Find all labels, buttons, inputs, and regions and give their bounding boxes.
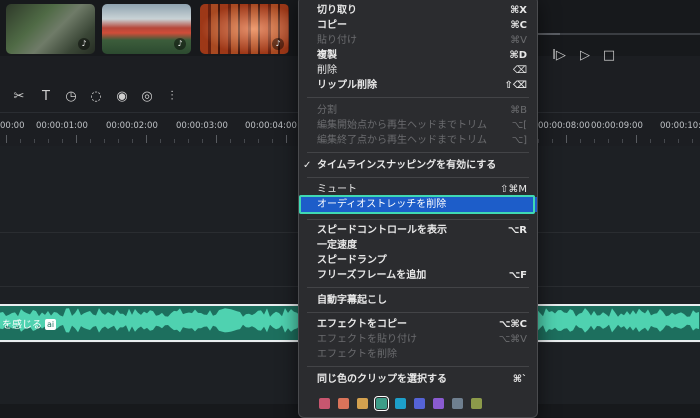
ruler-label: 00:00:04:00 [245,121,297,131]
media-thumbnail[interactable]: ♪ [102,4,191,54]
mask-icon[interactable]: ◌ [87,88,105,106]
menu-separator [307,312,529,313]
media-thumbnail[interactable]: ♪ [6,4,95,54]
ruler-tick [90,139,91,143]
color-swatch[interactable] [471,398,482,409]
menu-separator [307,152,529,153]
menu-item-delete[interactable]: 削除 ⌫ [299,63,537,78]
menu-item-auto-captions[interactable]: 自動字幕起こし [299,293,537,308]
menu-separator [307,97,529,98]
audio-clip-label: を感じる ai [2,319,57,331]
menu-item-trim-end[interactable]: 編集終了点から再生ヘッドまでトリム ⌥] [299,133,537,148]
ai-badge: ai [45,319,57,330]
preview-progress-bar[interactable] [535,33,700,35]
ruler-tick [174,139,175,143]
menu-item-paste[interactable]: 貼り付け ⌘V [299,33,537,48]
ruler-tick [622,139,623,143]
color-swatch[interactable] [452,398,463,409]
menu-item-cut[interactable]: 切り取り ⌘X [299,3,537,18]
waveform-icon[interactable]: ⫶ [163,88,181,106]
ruler-tick [580,139,581,143]
menu-item-copy-effects[interactable]: エフェクトをコピー ⌥⌘C [299,317,537,332]
ruler-tick [272,139,273,143]
ruler-tick [216,135,217,143]
audio-icon: ♪ [78,38,90,50]
ruler-tick [202,139,203,143]
highlight-frame [299,195,535,214]
color-swatch[interactable] [357,398,368,409]
ruler-tick [538,139,539,143]
color-swatch[interactable] [374,396,389,411]
menu-separator [307,287,529,288]
ruler-tick [230,139,231,143]
ruler-tick [566,135,567,143]
audio-icon: ♪ [272,38,284,50]
color-swatch[interactable] [414,398,425,409]
clip-context-menu: 切り取り ⌘X コピー ⌘C 貼り付け ⌘V 複製 ⌘D 削除 ⌫ リップル削除 ⇧⌫ 分割… [298,0,538,418]
ruler-tick [34,139,35,143]
ruler-tick [6,135,7,143]
menu-separator [307,177,529,178]
color-swatch[interactable] [338,398,349,409]
ruler-tick [146,135,147,143]
ruler-tick [636,135,637,143]
ruler-label: 00:00:09:00 [591,121,643,131]
ruler-label: 00:00:10:00 [660,121,700,131]
menu-item-ripple-delete[interactable]: リップル削除 ⇧⌫ [299,78,537,93]
menu-item-paste-effects[interactable]: エフェクトを貼り付け ⌥⌘V [299,332,537,347]
ruler-tick [76,135,77,143]
ruler-tick [62,139,63,143]
text-icon[interactable]: T [37,88,55,106]
ruler-tick [104,139,105,143]
ruler-tick [286,135,287,143]
ruler-tick [160,139,161,143]
menu-item-remove-effects[interactable]: エフェクトを削除 [299,347,537,362]
ruler-tick [650,139,651,143]
ruler-tick [608,139,609,143]
progress-fill [535,33,560,35]
media-thumbnail[interactable]: ♪ [200,4,289,54]
ruler-tick [188,139,189,143]
ruler-tick [552,139,553,143]
speed-icon[interactable]: ◎ [138,88,156,106]
stop-button[interactable]: □ [601,48,617,64]
ruler-label: 00:00:01:00 [36,121,88,131]
ruler-tick [118,139,119,143]
ruler-tick [664,139,665,143]
scissors-icon[interactable]: ✂ [10,88,28,106]
menu-separator [307,219,529,220]
ruler-tick [594,139,595,143]
checkmark-icon: ✓ [303,160,312,171]
menu-item-freeze-frame[interactable]: フリーズフレームを追加 ⌥F [299,268,537,283]
audio-icon: ♪ [174,38,186,50]
menu-item-show-speed-control[interactable]: スピードコントロールを表示 ⌥R [299,223,537,238]
color-swatch[interactable] [319,398,330,409]
ruler-tick [132,139,133,143]
timer-icon[interactable]: ◷ [62,88,80,106]
menu-item-uniform-speed[interactable]: 一定速度 [299,238,537,253]
ruler-tick [48,139,49,143]
menu-item-select-same-color[interactable]: 同じ色のクリップを選択する ⌘` [299,372,537,387]
ruler-tick [244,139,245,143]
color-swatch[interactable] [433,398,444,409]
frame-forward-button[interactable]: I▷ [551,48,567,64]
menu-item-duplicate[interactable]: 複製 ⌘D [299,48,537,63]
menu-item-speed-ramp[interactable]: スピードランプ [299,253,537,268]
color-swatch[interactable] [395,398,406,409]
ruler-label: 00:00:02:00 [106,121,158,131]
audio-sync-icon[interactable]: ◉ [113,88,131,106]
ruler-label: 00:00:03:00 [176,121,228,131]
play-button[interactable]: ▷ [577,48,593,64]
menu-separator [307,366,529,367]
ruler-label: 00:00 [0,121,25,131]
ruler-tick [258,139,259,143]
ruler-label: 00:00:08:00 [538,121,590,131]
menu-item-snapping[interactable]: ✓ タイムラインスナッピングを有効にする [299,158,537,173]
ruler-tick [692,139,693,143]
menu-item-trim-start[interactable]: 編集開始点から再生ヘッドまでトリム ⌥[ [299,118,537,133]
ruler-tick [678,139,679,143]
ruler-tick [20,139,21,143]
menu-item-split[interactable]: 分割 ⌘B [299,103,537,118]
menu-item-copy[interactable]: コピー ⌘C [299,18,537,33]
